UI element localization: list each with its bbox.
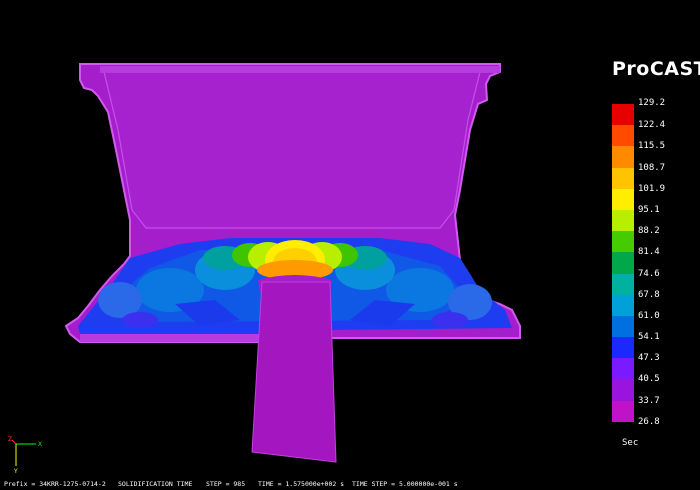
- status-quantity: SOLIDIFICATION TIME: [118, 480, 193, 488]
- legend-entry: 54.1: [612, 315, 692, 342]
- legend-entry: 88.2: [612, 209, 692, 236]
- legend-swatch: [612, 209, 634, 232]
- status-step: STEP = 985: [206, 480, 246, 488]
- legend-swatch: [612, 252, 634, 274]
- legend-entry: 115.5: [612, 125, 692, 151]
- legend-swatch: [612, 294, 634, 316]
- legend-swatch: [612, 400, 634, 422]
- legend-swatch: [612, 125, 634, 147]
- legend-entry: 74.6: [612, 252, 692, 279]
- legend-swatch: [612, 104, 634, 126]
- legend-swatch: [612, 167, 634, 189]
- legend-entry: 101.9: [612, 167, 692, 194]
- legend-swatch: [612, 315, 634, 338]
- legend-swatch: [612, 188, 634, 210]
- sprue: [251, 281, 337, 463]
- legend-entry: 47.3: [612, 337, 692, 363]
- procast-logo: ProCAST: [612, 58, 700, 80]
- color-legend: 129.2 122.4 115.5 108.7 101.9 95.1 88.2 81.4 74…: [612, 98, 692, 427]
- axis-x-label: X: [38, 441, 42, 448]
- legend-swatch: [612, 231, 634, 253]
- legend-entry: 108.7: [612, 146, 692, 173]
- legend-entry: 26.8: [612, 400, 692, 427]
- axis-y-label: Y: [13, 468, 18, 475]
- legend-entry: 33.7: [612, 379, 692, 406]
- legend-swatch: [612, 146, 634, 168]
- legend-unit: Sec: [622, 438, 639, 448]
- legend-swatch: [612, 273, 634, 295]
- legend-label: 26.8: [638, 416, 660, 427]
- axis-z-label: Z: [8, 436, 12, 443]
- legend-entry: 61.0: [612, 294, 692, 321]
- legend-swatch: [612, 379, 634, 401]
- legend-entry: 67.8: [612, 273, 692, 300]
- legend-entry: 95.1: [612, 188, 692, 215]
- status-time: TIME = 1.575000e+002 s: [258, 480, 345, 488]
- casting-viewport[interactable]: [0, 0, 700, 490]
- bowl-rim-band: [100, 66, 500, 73]
- legend-entry: 122.4: [612, 104, 692, 130]
- axis-triad-icon: X Y Z: [8, 436, 42, 475]
- inner-bowl: [103, 71, 481, 229]
- status-bar: Prefix = 34KRR-1275-0714-2 SOLIDIFICATIO…: [0, 479, 700, 490]
- legend-entry: 81.4: [612, 231, 692, 257]
- status-prefix: Prefix = 34KRR-1275-0714-2: [4, 480, 106, 488]
- legend-entry: 40.5: [612, 358, 692, 384]
- legend-swatch: [612, 358, 634, 380]
- status-time-step: TIME STEP = 5.000000e-001 s: [352, 480, 458, 488]
- legend-swatch: [612, 337, 634, 359]
